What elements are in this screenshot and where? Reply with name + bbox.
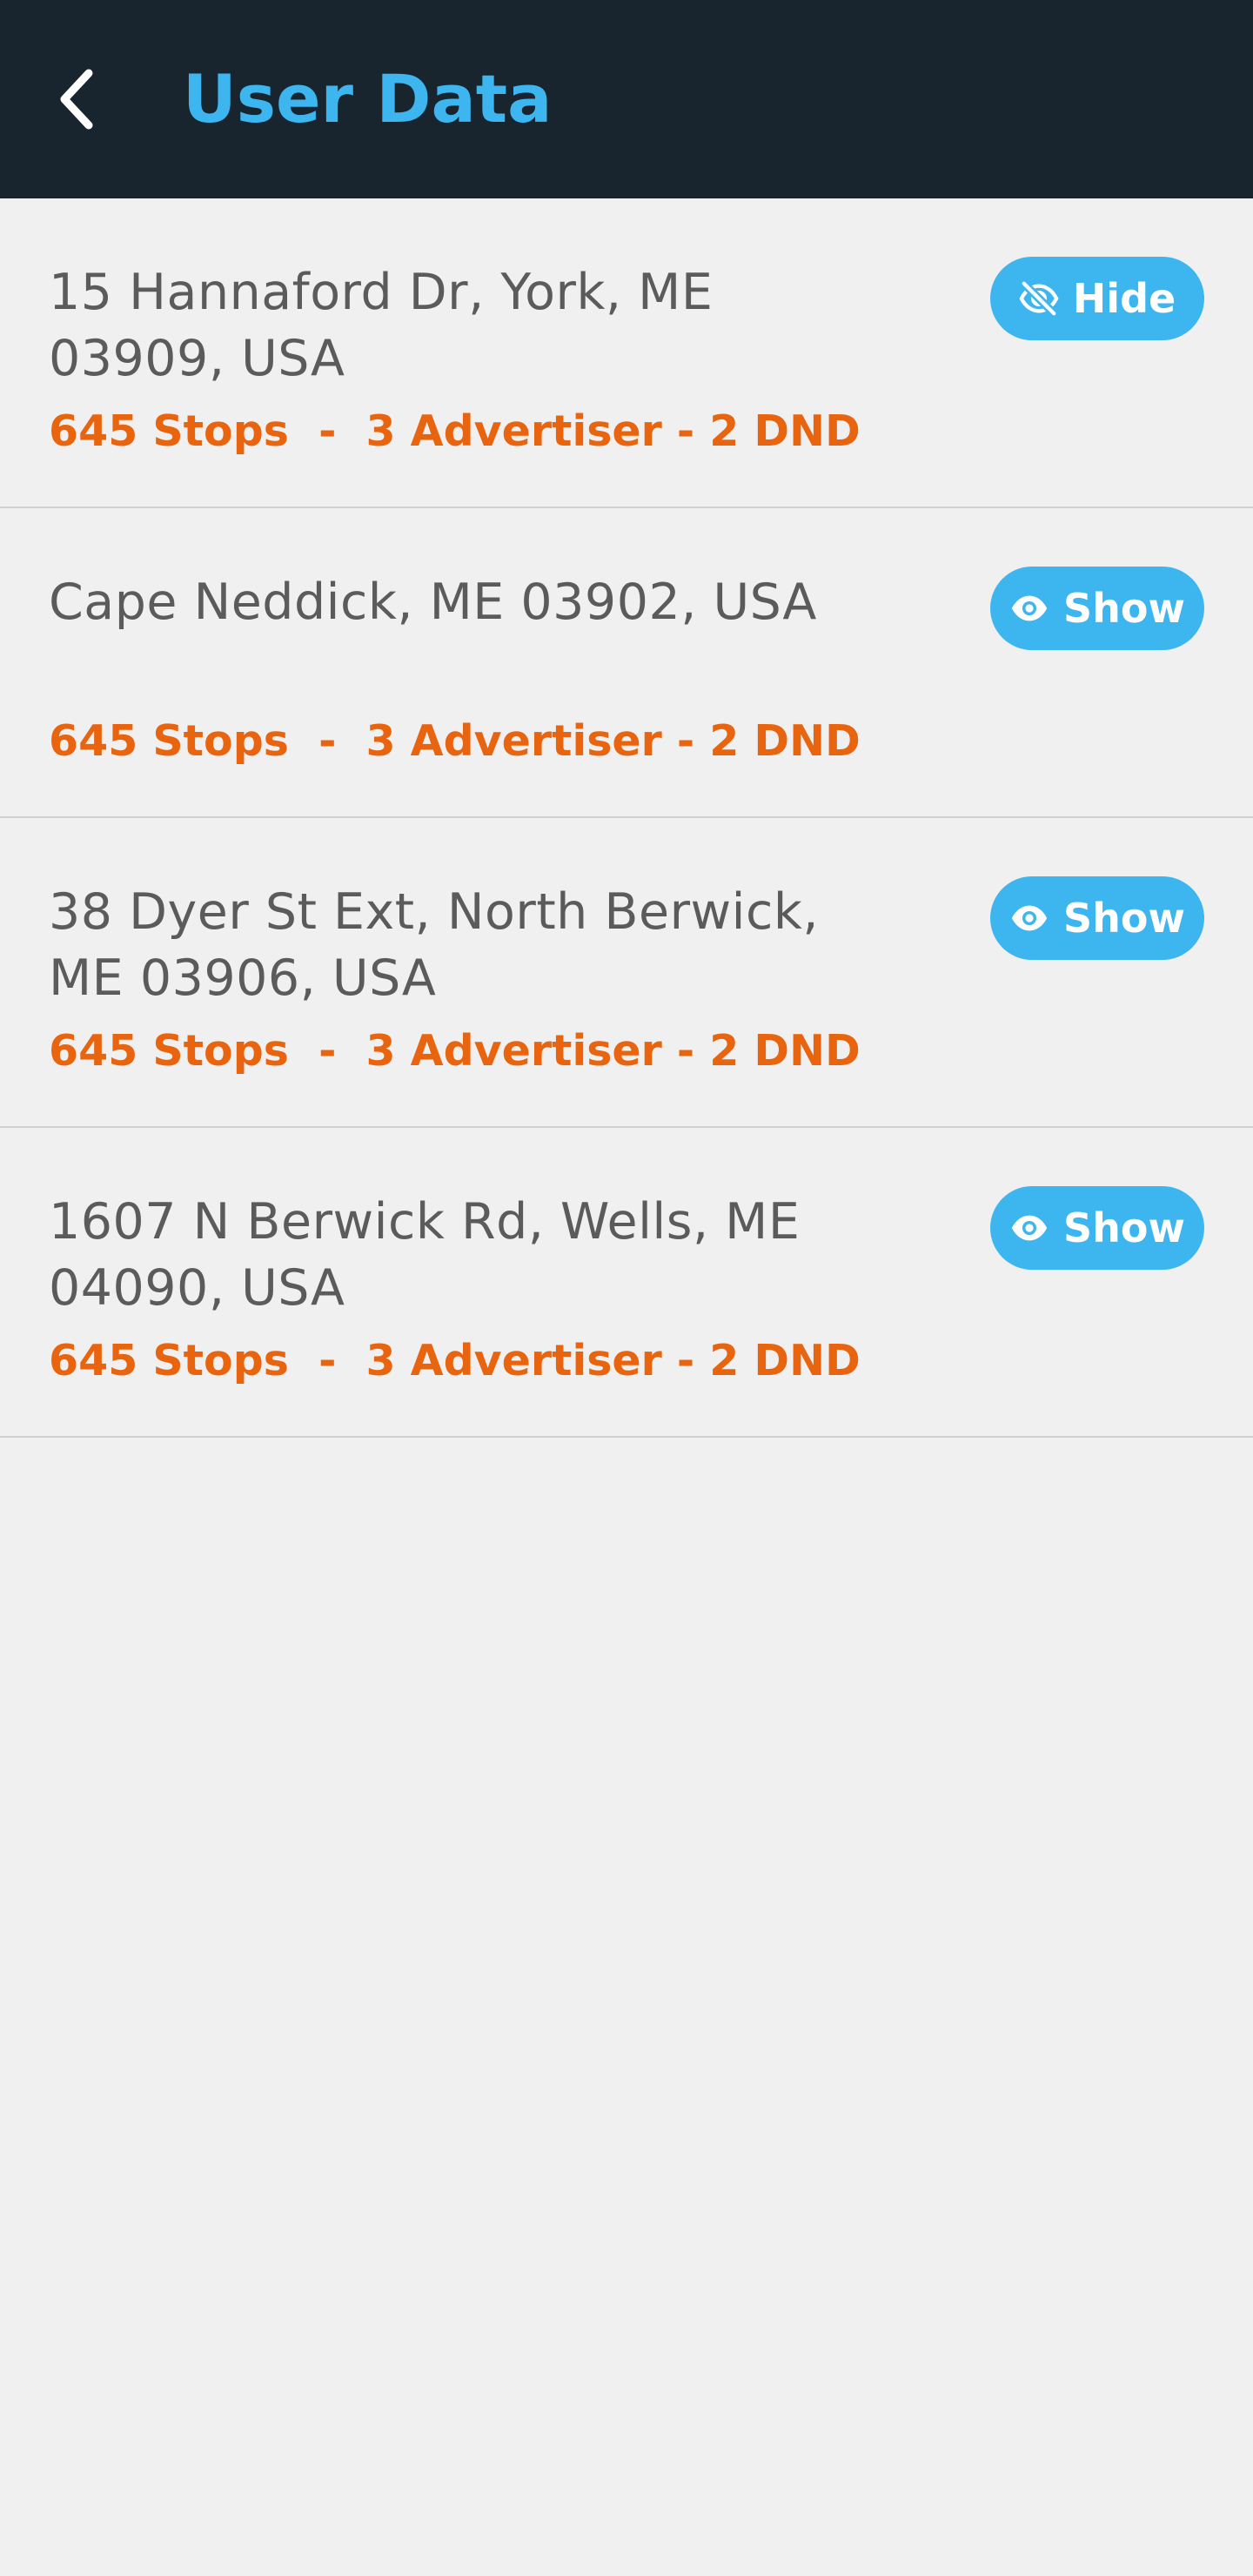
page-title: User Data (183, 60, 553, 138)
address-text: 15 Hannaford Dr, York, ME 03909, USA (49, 264, 714, 387)
show-button[interactable]: Show (990, 567, 1204, 650)
show-button[interactable]: Show (990, 876, 1204, 960)
hide-button-label: Hide (1072, 275, 1176, 322)
show-button-label: Show (1063, 585, 1185, 632)
address-text: Cape Neddick, ME 03902, USA (49, 574, 817, 631)
address-text: 38 Dyer St Ext, North Berwick, ME 03906,… (49, 883, 819, 1007)
show-button-label: Show (1063, 1204, 1185, 1251)
list-item: 15 Hannaford Dr, York, ME 03909, USA 645… (0, 198, 1253, 508)
chevron-left-icon (52, 64, 104, 134)
back-button[interactable] (35, 56, 122, 143)
location-list: 15 Hannaford Dr, York, ME 03909, USA 645… (0, 198, 1253, 1438)
stats-text: 645 Stops - 3 Advertiser - 2 DND (49, 406, 861, 456)
eye-icon (1009, 1208, 1049, 1248)
stats-text: 645 Stops - 3 Advertiser - 2 DND (49, 716, 861, 766)
eye-off-icon (1019, 278, 1059, 319)
show-button[interactable]: Show (990, 1186, 1204, 1270)
hide-button[interactable]: Hide (990, 257, 1204, 340)
app-screen: User Data 15 Hannaford Dr, York, ME 0390… (0, 0, 1253, 2576)
eye-icon (1009, 588, 1049, 628)
stats-text: 645 Stops - 3 Advertiser - 2 DND (49, 1336, 861, 1385)
eye-icon (1009, 898, 1049, 938)
app-header: User Data (0, 0, 1253, 198)
list-item: 38 Dyer St Ext, North Berwick, ME 03906,… (0, 818, 1253, 1128)
list-item: Cape Neddick, ME 03902, USA 645 Stops - … (0, 508, 1253, 818)
list-item: 1607 N Berwick Rd, Wells, ME 04090, USA … (0, 1128, 1253, 1438)
address-text: 1607 N Berwick Rd, Wells, ME 04090, USA (49, 1193, 801, 1317)
show-button-label: Show (1063, 895, 1185, 942)
stats-text: 645 Stops - 3 Advertiser - 2 DND (49, 1026, 861, 1076)
